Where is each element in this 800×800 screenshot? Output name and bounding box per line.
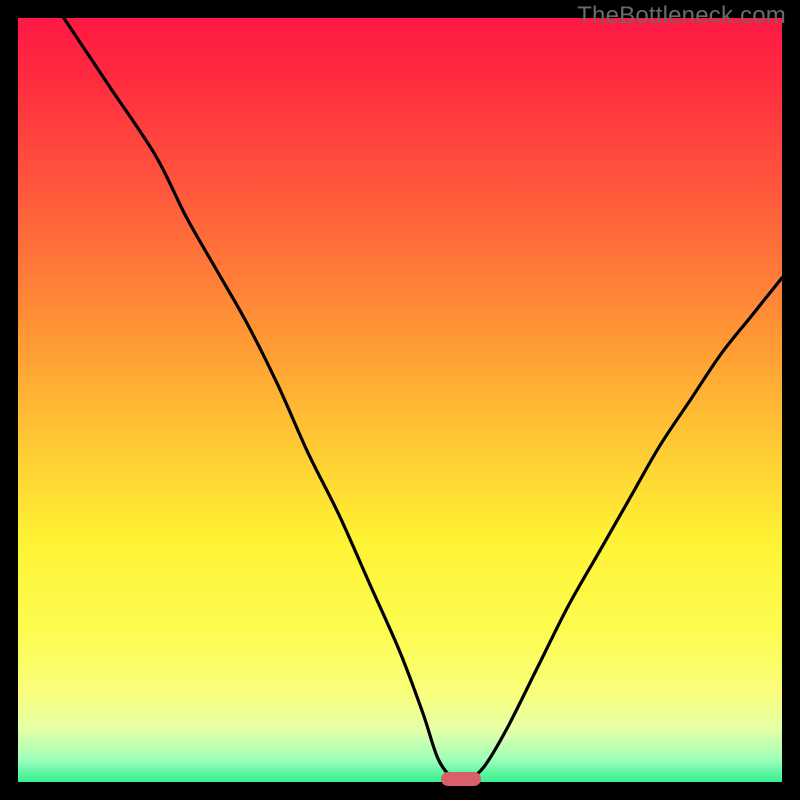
- chart-plot-area: [18, 18, 782, 782]
- bottleneck-curve: [18, 18, 782, 782]
- optimal-marker: [441, 772, 481, 786]
- chart-frame: TheBottleneck.com: [0, 0, 800, 800]
- watermark-label: TheBottleneck.com: [577, 2, 786, 30]
